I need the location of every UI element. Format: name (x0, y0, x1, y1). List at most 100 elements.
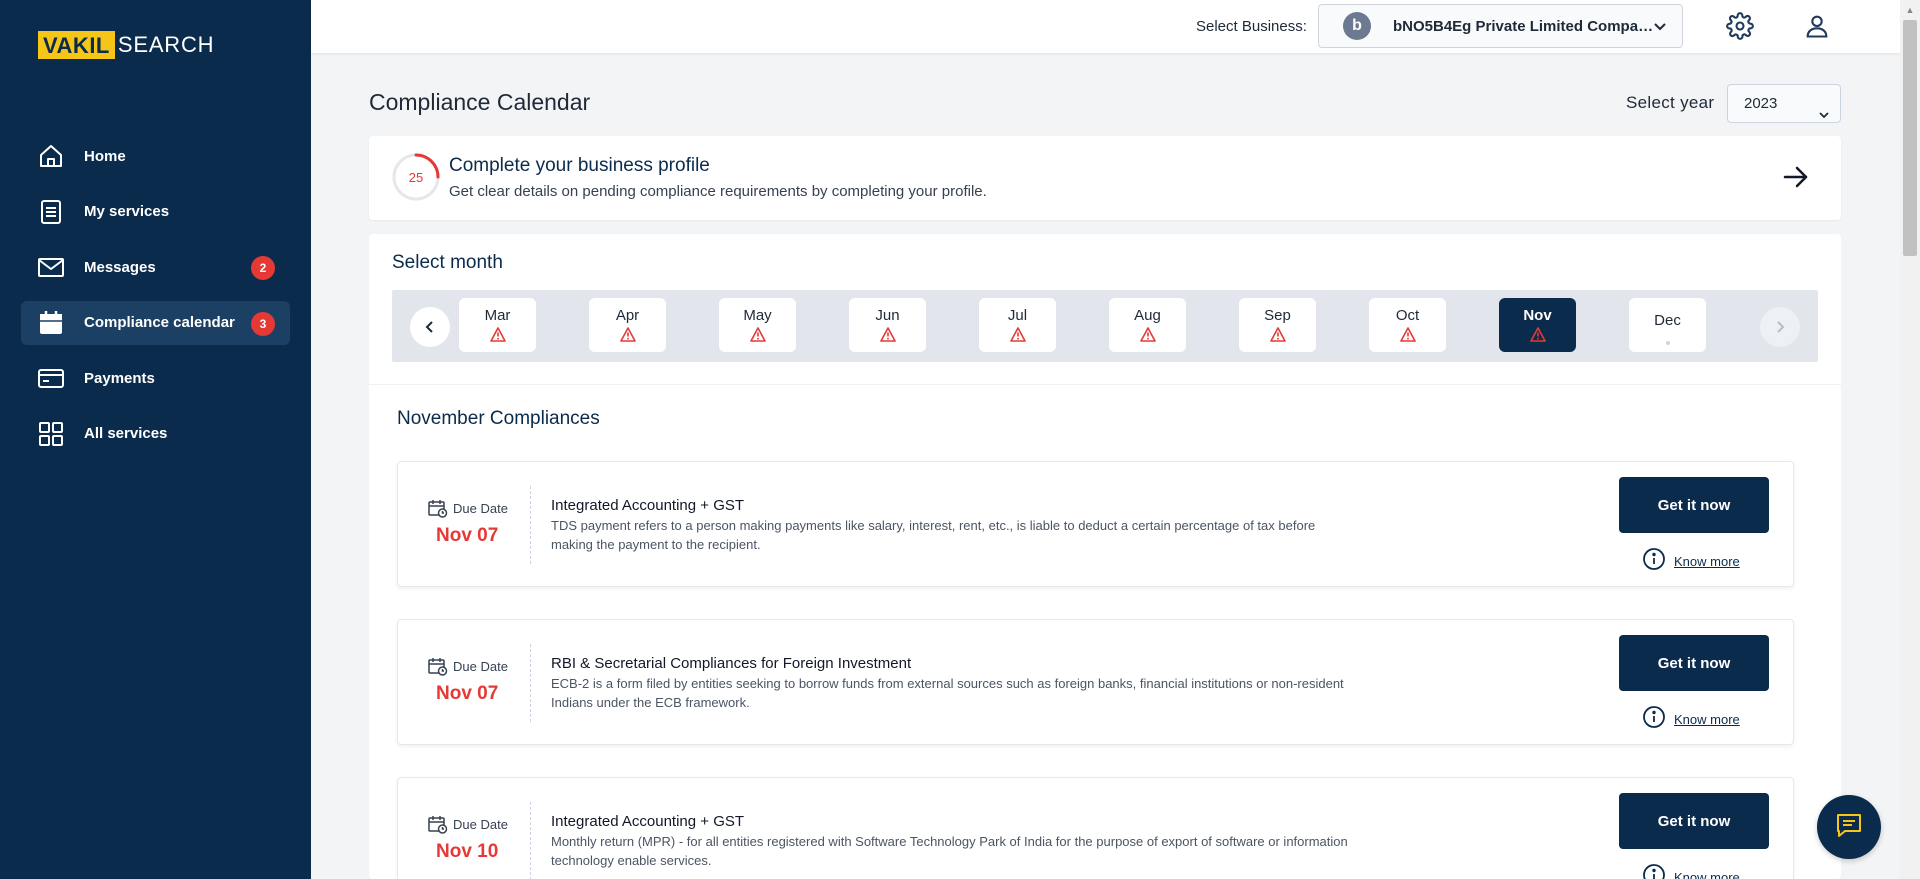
get-it-now-button[interactable]: Get it now (1619, 477, 1769, 533)
page-title: Compliance Calendar (369, 89, 591, 115)
arrow-right-icon[interactable] (1781, 162, 1811, 197)
get-it-now-button[interactable]: Get it now (1619, 635, 1769, 691)
select-month-title: Select month (392, 252, 503, 273)
compliance-description: TDS payment refers to a person making pa… (551, 518, 1316, 552)
know-more-link[interactable]: Know more (1642, 705, 1740, 734)
business-select[interactable]: b bNO5B4Eg Private Limited Company (1318, 4, 1683, 48)
month-jul[interactable]: Jul (979, 298, 1056, 352)
card-separator (530, 644, 531, 722)
home-icon (37, 142, 65, 170)
month-label: Nov (1523, 307, 1552, 324)
scroll-up-arrow-icon[interactable]: ▲ (1900, 0, 1920, 20)
business-name: bNO5B4Eg Private Limited Company (1393, 17, 1655, 35)
compliance-title: Integrated Accounting + GST (551, 497, 745, 514)
sidebar-item-messages[interactable]: Messages 2 (21, 245, 290, 289)
calendar-icon (37, 309, 65, 337)
know-more-link[interactable]: Know more (1642, 547, 1740, 576)
month-selector: Mar Apr May Jun Jul Aug Sep Oct Nov Dec (392, 290, 1818, 362)
card-separator (530, 486, 531, 564)
page-scrollbar[interactable]: ▲ (1900, 0, 1920, 879)
sidebar-item-home[interactable]: Home (21, 134, 290, 178)
due-date-value: Nov 07 (436, 525, 499, 546)
compliance-card: Due Date Nov 07 Integrated Accounting + … (397, 461, 1794, 587)
next-month-button[interactable] (1760, 307, 1800, 347)
warning-icon (749, 327, 766, 347)
month-label: Oct (1395, 307, 1420, 324)
calendar-clock-icon (428, 657, 448, 681)
month-nov[interactable]: Nov (1499, 298, 1576, 352)
messages-count-badge: 2 (251, 256, 275, 280)
know-more-link[interactable]: Know more (1642, 863, 1740, 879)
no-compliance-dot (1665, 341, 1670, 345)
section-divider (369, 384, 1841, 385)
warning-icon (879, 327, 896, 347)
month-aug[interactable]: Aug (1109, 298, 1186, 352)
due-date-value: Nov 07 (436, 683, 499, 704)
warning-icon (1269, 327, 1286, 347)
sidebar-item-label: Messages (84, 258, 156, 276)
chevron-down-icon (1818, 98, 1830, 135)
month-label: Mar (484, 307, 511, 324)
chat-icon (1834, 810, 1864, 845)
month-oct[interactable]: Oct (1369, 298, 1446, 352)
calendar-clock-icon (428, 815, 448, 839)
year-select[interactable]: 2023 (1727, 84, 1841, 123)
scroll-thumb[interactable] (1903, 20, 1917, 256)
grid-icon (37, 420, 65, 448)
sidebar-nav: Home My services Messages 2 Compliance c… (21, 134, 290, 467)
profile-card-subtitle: Get clear details on pending compliance … (449, 183, 987, 200)
month-apr[interactable]: Apr (589, 298, 666, 352)
warning-icon (1009, 327, 1026, 347)
month-sep[interactable]: Sep (1239, 298, 1316, 352)
logo-left-text: VAKIL (38, 31, 115, 59)
sidebar: VAKIL SEARCH Home My services Messages 2 (0, 0, 311, 879)
compliance-title: RBI & Secretarial Compliances for Foreig… (551, 655, 912, 672)
due-date-label: Due Date (453, 817, 508, 832)
month-mar[interactable]: Mar (459, 298, 536, 352)
sidebar-item-all-services[interactable]: All services (21, 412, 290, 456)
know-more-text: Know more (1674, 712, 1740, 727)
month-label: Dec (1654, 312, 1681, 329)
user-profile-icon[interactable] (1802, 11, 1832, 41)
warning-icon (619, 327, 636, 347)
sidebar-item-label: Home (84, 147, 126, 165)
month-dec[interactable]: Dec (1629, 298, 1706, 352)
warning-icon (1399, 327, 1416, 347)
compliance-description: Monthly return (MPR) - for all entities … (551, 834, 1348, 868)
due-date-label: Due Date (453, 501, 508, 516)
info-icon (1642, 547, 1666, 576)
know-more-text: Know more (1674, 554, 1740, 569)
mail-icon (37, 253, 65, 281)
warning-icon (1139, 327, 1156, 347)
month-label: Jun (875, 307, 900, 324)
month-jun[interactable]: Jun (849, 298, 926, 352)
know-more-text: Know more (1674, 870, 1740, 879)
chevron-down-icon (1652, 18, 1668, 39)
due-date-value: Nov 10 (436, 841, 499, 862)
vakilsearch-logo[interactable]: VAKIL SEARCH (38, 31, 214, 59)
chat-support-button[interactable] (1817, 795, 1881, 859)
profile-progress-value: 25 (408, 169, 424, 185)
warning-icon (489, 327, 506, 347)
sidebar-item-label: My services (84, 203, 170, 220)
select-year-label: Select year (1626, 93, 1715, 112)
warning-icon (1529, 327, 1546, 347)
get-it-now-button[interactable]: Get it now (1619, 793, 1769, 849)
due-date-label: Due Date (453, 659, 508, 674)
complete-profile-card[interactable]: 25 Complete your business profile Get cl… (369, 136, 1841, 220)
gear-icon[interactable] (1725, 11, 1755, 41)
credit-card-icon (37, 364, 65, 392)
previous-month-button[interactable] (410, 307, 450, 347)
month-may[interactable]: May (719, 298, 796, 352)
sidebar-item-my-services[interactable]: My services (21, 190, 290, 234)
topbar: Select Business: b bNO5B4Eg Private Limi… (311, 0, 1900, 53)
sidebar-item-payments[interactable]: Payments (21, 356, 290, 400)
business-avatar: b (1343, 12, 1371, 40)
card-separator (530, 802, 531, 879)
month-label: Jul (1007, 307, 1028, 324)
compliances-section-title: November Compliances (397, 408, 600, 429)
calendar-clock-icon (428, 499, 448, 523)
info-icon (1642, 863, 1666, 879)
sidebar-item-compliance-calendar[interactable]: Compliance calendar 3 (21, 300, 290, 345)
year-select-value: 2023 (1744, 95, 1778, 112)
